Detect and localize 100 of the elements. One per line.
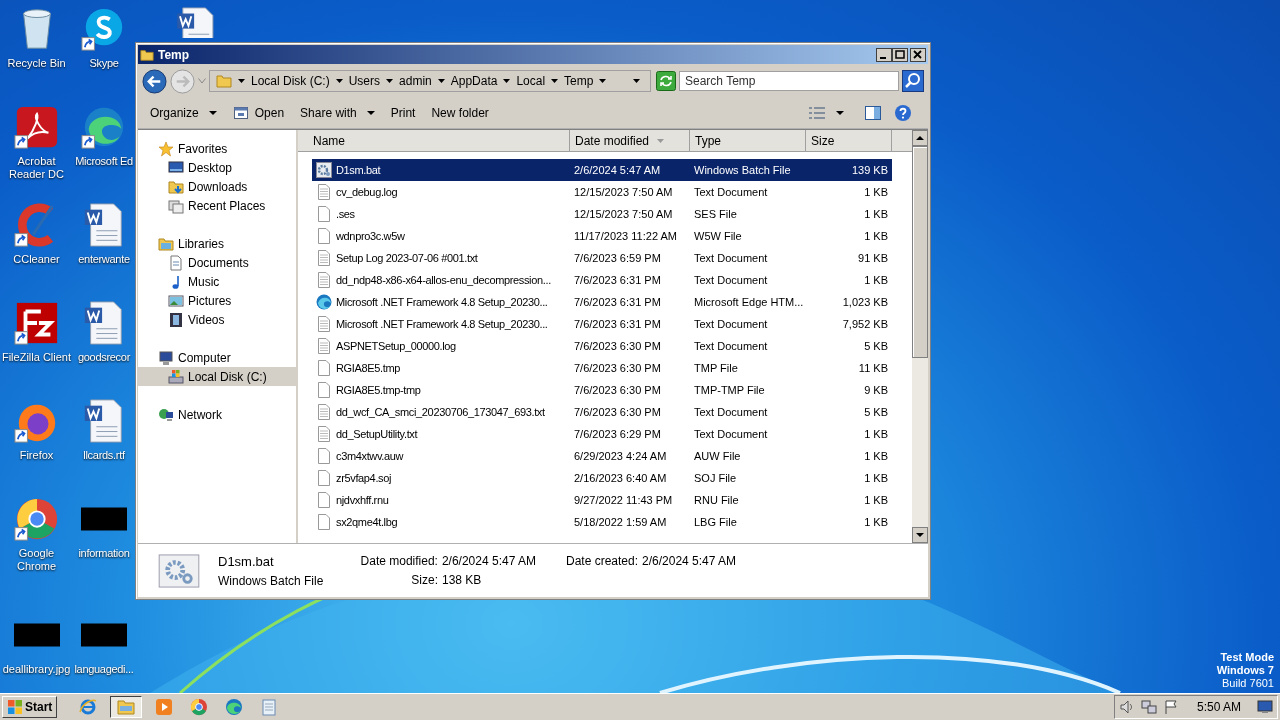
caret-icon[interactable] — [437, 79, 445, 83]
file-row[interactable]: dd_ndp48-x86-x64-allos-enu_decompression... 7/6/2023 6:31 PM Text Document 1 KB — [312, 269, 892, 291]
search-button[interactable] — [902, 70, 924, 92]
nav-item[interactable]: Documents — [138, 253, 296, 272]
caret-icon[interactable] — [386, 79, 394, 83]
network-icon[interactable] — [1140, 699, 1157, 715]
desktop-icon-label[interactable]: llcards.rtf — [83, 449, 125, 462]
nav-item[interactable]: Libraries — [138, 234, 296, 253]
scrollbar[interactable] — [912, 130, 928, 543]
speaker-icon[interactable] — [1118, 699, 1135, 715]
acrobat-icon[interactable] — [13, 104, 60, 150]
desktop-icon-label[interactable]: goodsrecor — [77, 351, 130, 364]
desktop-icon-label[interactable]: Firefox — [19, 449, 54, 462]
breadcrumb-item[interactable]: Temp — [564, 74, 594, 88]
file-row[interactable]: Microsoft .NET Framework 4.8 Setup_20230... 7/6/2023 6:31 PM Microsoft Edge HTM... 1,023 KB — [312, 291, 892, 313]
file-row[interactable]: RGIA8E5.tmp-tmp 7/6/2023 6:30 PM TMP-TMP File 9 KB — [312, 379, 892, 401]
file-row[interactable]: dd_wcf_CA_smci_20230706_173047_693.txt 7/6/2023 6:30 PM Text Document 5 KB — [312, 401, 892, 423]
file-type-cell: Text Document — [694, 340, 768, 352]
help-icon[interactable] — [894, 104, 912, 122]
start-button[interactable]: Start — [2, 696, 58, 718]
desktop-icon-label[interactable]: Recycle Bin — [7, 57, 66, 70]
file-row[interactable]: Setup Log 2023-07-06 #001.txt 7/6/2023 6:59 PM Text Document 91 KB — [312, 247, 892, 269]
desktop-icon-label[interactable]: Acrobat Reader DC — [0, 155, 73, 181]
file-size-cell: 1 KB — [864, 230, 888, 242]
back-button[interactable] — [142, 68, 167, 94]
column-header[interactable]: Name — [298, 130, 570, 152]
caret-icon[interactable] — [503, 79, 511, 83]
column-header[interactable]: Date modified — [570, 130, 690, 152]
toolbar-button[interactable]: Open — [226, 102, 291, 124]
breadcrumb-item[interactable]: Local Disk (C:) — [251, 74, 330, 88]
file-type-cell: W5W File — [694, 230, 742, 242]
nav-item[interactable]: Network — [138, 405, 296, 424]
preview-pane-icon[interactable] — [864, 105, 882, 121]
nav-item[interactable]: Music — [138, 272, 296, 291]
breadcrumb-item[interactable]: AppData — [450, 74, 498, 88]
desktop-icon-label[interactable]: information — [78, 547, 130, 560]
toolbar-button[interactable]: Share with — [294, 103, 381, 123]
file-row[interactable]: njdvxhff.rnu 9/27/2022 11:43 PM RNU File 1 KB — [312, 489, 892, 511]
file-row[interactable]: Microsoft .NET Framework 4.8 Setup_20230... 7/6/2023 6:31 PM Text Document 7,952 KB — [312, 313, 892, 335]
address-dropdown-icon[interactable] — [633, 79, 640, 83]
desktop-icon-label[interactable]: Microsoft Ed — [75, 155, 133, 168]
flag-icon[interactable] — [1162, 699, 1179, 715]
caret-icon[interactable] — [335, 79, 343, 83]
nav-item[interactable]: Favorites — [138, 139, 296, 158]
desktop-icon-label[interactable]: Google Chrome — [0, 547, 73, 573]
date-modified-cell: 11/17/2023 11:22 AM — [574, 230, 677, 242]
breadcrumb-item[interactable]: Users — [348, 74, 381, 88]
scroll-down-button[interactable] — [912, 527, 928, 543]
filezilla-icon[interactable] — [13, 300, 60, 346]
nav-item[interactable]: Local Disk (C:) — [138, 367, 296, 386]
file-row[interactable]: sx2qme4t.lbg 5/18/2022 1:59 AM LBG File 1 KB — [312, 511, 892, 533]
refresh-button[interactable] — [656, 71, 676, 91]
file-row[interactable]: wdnpro3c.w5w 11/17/2023 11:22 AM W5W File 1 KB — [312, 225, 892, 247]
maximize-button[interactable] — [892, 47, 908, 62]
toolbar-button[interactable]: Organize — [144, 103, 223, 123]
nav-item[interactable]: Pictures — [138, 291, 296, 310]
file-row[interactable]: cv_debug.log 12/15/2023 7:50 AM Text Document 1 KB — [312, 181, 892, 203]
caret-icon[interactable] — [238, 79, 245, 83]
desktop-icon-label[interactable]: CCleaner — [13, 253, 60, 266]
desktop-icon-label[interactable]: FileZilla Client — [1, 351, 72, 364]
nav-item[interactable]: Videos — [138, 310, 296, 329]
desktop-icon-label[interactable]: languagedi... — [74, 663, 134, 676]
nav-item[interactable]: Recent Places — [138, 196, 296, 215]
monitor-icon[interactable] — [1257, 699, 1273, 715]
toolbar-button[interactable]: Print — [384, 103, 422, 123]
search-field[interactable]: Search Temp — [679, 71, 899, 91]
nav-item[interactable]: Desktop — [138, 158, 296, 177]
address-bar[interactable]: Local Disk (C:) Users admin AppData Local Temp — [209, 70, 651, 92]
caret-icon[interactable] — [836, 111, 844, 115]
nav-item[interactable]: Computer — [138, 348, 296, 367]
desktop-icon-label[interactable]: deallibrary.jpg — [2, 663, 71, 676]
file-type-cell: TMP File — [694, 362, 738, 374]
desktop-icon-label[interactable]: enterwante — [78, 253, 130, 266]
caret-icon[interactable] — [599, 79, 607, 83]
scroll-thumb[interactable] — [912, 146, 928, 358]
file-row[interactable]: dd_SetupUtility.txt 7/6/2023 6:29 PM Text Document 1 KB — [312, 423, 892, 445]
file-type-cell: LBG File — [694, 516, 737, 528]
file-row[interactable]: RGIA8E5.tmp 7/6/2023 6:30 PM TMP File 11 KB — [312, 357, 892, 379]
breadcrumb-item[interactable]: admin — [399, 74, 432, 88]
date-modified-cell: 12/15/2023 7:50 AM — [574, 208, 673, 220]
file-row[interactable]: zr5vfap4.soj 2/16/2023 6:40 AM SOJ File 1 KB — [312, 467, 892, 489]
file-name: ASPNETSetup_00000.log — [336, 340, 456, 352]
toolbar-button[interactable]: New folder — [425, 103, 495, 123]
taskbar-app-button[interactable] — [110, 696, 143, 718]
column-header[interactable]: Type — [690, 130, 806, 152]
column-header[interactable]: Size — [806, 130, 892, 152]
file-row[interactable]: D1sm.bat 2/6/2024 5:47 AM Windows Batch File 139 KB — [312, 159, 892, 181]
file-row[interactable]: c3m4xtwv.auw 6/29/2023 4:24 AM AUW File 1 KB — [312, 445, 892, 467]
clock[interactable]: 5:50 AM — [1196, 700, 1241, 714]
minimize-button[interactable] — [876, 47, 892, 62]
file-row[interactable]: .ses 12/15/2023 7:50 AM SES File 1 KB — [312, 203, 892, 225]
nav-item[interactable]: Downloads — [138, 177, 296, 196]
desktop-icon-label[interactable]: Skype — [89, 57, 119, 70]
scroll-up-button[interactable] — [912, 130, 928, 146]
chrome-icon[interactable] — [13, 496, 60, 542]
file-name: .ses — [336, 208, 355, 220]
close-button[interactable] — [910, 47, 926, 62]
caret-icon[interactable] — [551, 79, 559, 83]
file-row[interactable]: ASPNETSetup_00000.log 7/6/2023 6:30 PM Text Document 5 KB — [312, 335, 892, 357]
breadcrumb-item[interactable]: Local — [516, 74, 546, 88]
